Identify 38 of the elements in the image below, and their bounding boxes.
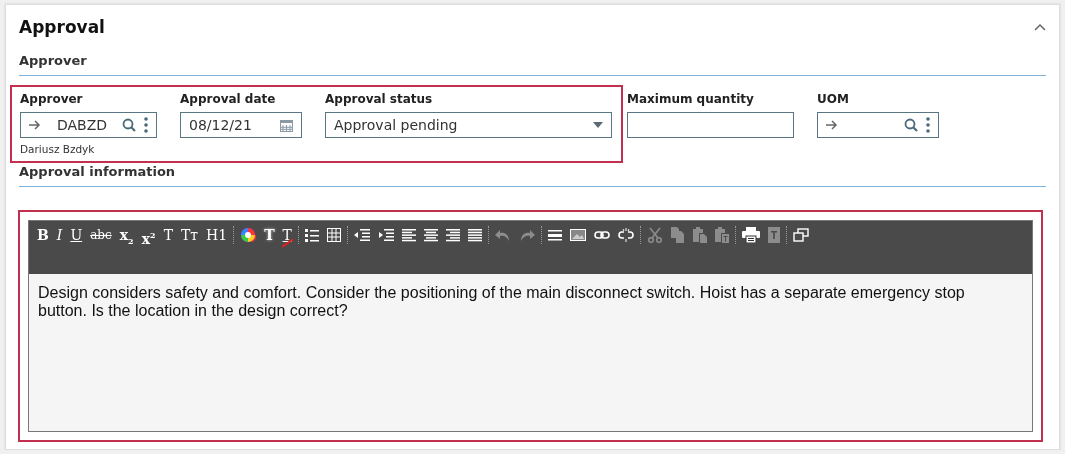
caret-icon xyxy=(593,122,603,128)
arrow-icon xyxy=(826,120,838,130)
date-field[interactable]: 08/12/21 xyxy=(180,112,302,138)
section-title: Approver xyxy=(19,49,1046,76)
format-button[interactable]: H1 xyxy=(203,225,231,245)
format-button[interactable]: x$^{2}$ xyxy=(138,225,159,245)
more-icon[interactable] xyxy=(926,117,930,133)
field-label: Approval date xyxy=(180,91,277,108)
field-label: Approver xyxy=(20,91,84,108)
search-icon[interactable] xyxy=(122,118,136,132)
format-button[interactable]: T xyxy=(261,225,278,245)
format-button[interactable]: x$_{2}$ xyxy=(116,225,137,245)
search-icon[interactable] xyxy=(904,118,918,132)
arrow-icon xyxy=(29,120,41,130)
lookup-field[interactable] xyxy=(817,112,939,138)
field-value: Approval pending xyxy=(334,117,459,133)
field-value: DABZD xyxy=(56,117,109,133)
format-button[interactable]: abc xyxy=(87,225,115,245)
calendar-icon[interactable] xyxy=(280,118,293,132)
status-dropdown[interactable]: Approval pending xyxy=(325,112,612,138)
lookup-field[interactable]: DABZD xyxy=(20,112,157,138)
field-value: 08/12/21 xyxy=(189,117,253,133)
field-label: Maximum quantity xyxy=(627,91,755,108)
editor-text: Design considers safety and comfort. Consider the positioning of the main disconnect switch. Hoist has a separate emergency stop button. Is the location in the design correct? xyxy=(37,283,966,321)
quantity-field[interactable] xyxy=(627,112,794,138)
field-label: UOM xyxy=(817,91,850,108)
format-button[interactable]: T xyxy=(279,225,295,245)
more-icon[interactable] xyxy=(144,117,148,133)
format-button[interactable]: T xyxy=(160,225,176,245)
section-title: Approval information xyxy=(19,160,1046,187)
field-label: Approval status xyxy=(325,91,434,108)
format-button[interactable]: U xyxy=(67,225,86,245)
format-button[interactable]: Tт xyxy=(177,225,202,245)
card-title: Approval xyxy=(19,17,105,37)
approver-name: Dariusz Bzdyk xyxy=(20,143,96,155)
format-button[interactable]: I xyxy=(53,225,66,245)
format-button[interactable]: B xyxy=(34,225,52,245)
chevron-icon[interactable] xyxy=(1034,22,1046,32)
